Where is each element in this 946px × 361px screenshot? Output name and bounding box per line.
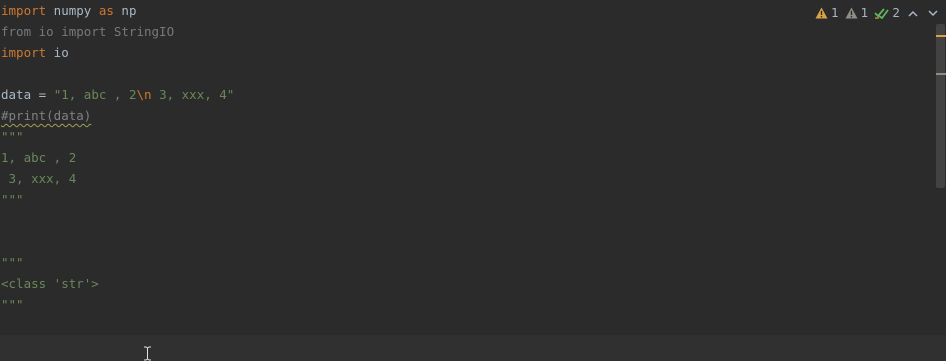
typos-indicator[interactable]: 2 bbox=[874, 6, 900, 20]
code-token: 3, xxx, 4 bbox=[1, 171, 77, 186]
code-token: from io import StringIO bbox=[1, 24, 175, 39]
next-highlight-button[interactable] bbox=[926, 9, 940, 17]
code-area[interactable]: import numpy as np from io import StringI… bbox=[0, 0, 930, 315]
vertical-scrollbar[interactable] bbox=[936, 24, 945, 188]
text-cursor-icon bbox=[144, 346, 151, 361]
code-token: as bbox=[98, 3, 114, 18]
code-token: io bbox=[46, 45, 69, 60]
code-line[interactable]: """ bbox=[0, 294, 930, 315]
code-line[interactable]: #print(data) bbox=[0, 105, 930, 126]
code-line[interactable]: <class 'str'> bbox=[0, 273, 930, 294]
code-line[interactable]: """ bbox=[0, 189, 930, 210]
code-token: "1, abc , 2 bbox=[53, 87, 137, 102]
code-token: """ bbox=[1, 255, 24, 270]
chevron-down-icon bbox=[928, 9, 938, 16]
code-token: 1, abc , 2 bbox=[1, 150, 77, 165]
editor-bottom-area bbox=[0, 335, 946, 361]
warning-stripe-marker[interactable] bbox=[936, 35, 946, 37]
code-token: """ bbox=[1, 297, 24, 312]
code-token: """ bbox=[1, 129, 24, 144]
code-line[interactable] bbox=[0, 63, 930, 84]
warnings-indicator[interactable]: 1 bbox=[815, 6, 839, 20]
code-token: import bbox=[1, 3, 47, 18]
weak-warnings-indicator[interactable]: 1 bbox=[845, 6, 869, 20]
code-line[interactable] bbox=[0, 210, 930, 231]
code-token: #print(data) bbox=[1, 108, 92, 123]
code-line[interactable] bbox=[0, 231, 930, 252]
code-token: \n bbox=[136, 87, 152, 102]
code-line[interactable]: 1, abc , 2 bbox=[0, 147, 930, 168]
code-line[interactable]: """ bbox=[0, 252, 930, 273]
code-token: import bbox=[1, 45, 47, 60]
weak-warning-triangle-icon bbox=[845, 7, 858, 19]
typos-count: 2 bbox=[892, 6, 900, 20]
inspection-widget: 1 1 2 bbox=[815, 4, 940, 22]
warning-triangle-icon bbox=[815, 7, 828, 19]
code-token: """ bbox=[1, 192, 24, 207]
code-editor[interactable]: import numpy as np from io import StringI… bbox=[0, 0, 946, 361]
chevron-up-icon bbox=[908, 10, 918, 17]
code-token: 3, xxx, 4" bbox=[151, 87, 235, 102]
code-line[interactable]: from io import StringIO bbox=[0, 21, 930, 42]
weak-warning-stripe-marker[interactable] bbox=[936, 73, 946, 75]
warnings-count: 1 bbox=[831, 6, 839, 20]
code-line[interactable]: data = "1, abc , 2\n 3, xxx, 4" bbox=[0, 84, 930, 105]
code-line[interactable]: import numpy as np bbox=[0, 0, 930, 21]
weak-warnings-count: 1 bbox=[860, 6, 869, 20]
code-token: data = bbox=[1, 87, 54, 102]
double-check-icon bbox=[874, 8, 890, 19]
code-line[interactable]: """ bbox=[0, 126, 930, 147]
code-line[interactable]: import io bbox=[0, 42, 930, 63]
code-token: <class 'str'> bbox=[1, 276, 99, 291]
code-line[interactable]: 3, xxx, 4 bbox=[0, 168, 930, 189]
previous-highlight-button[interactable] bbox=[906, 10, 920, 17]
code-token: np bbox=[113, 3, 137, 18]
code-token: numpy bbox=[46, 3, 99, 18]
